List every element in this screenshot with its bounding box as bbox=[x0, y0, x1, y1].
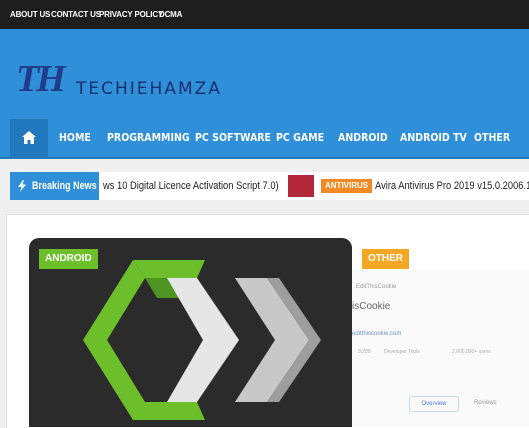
category-badge-other[interactable]: OTHER bbox=[362, 249, 409, 269]
breaking-news-label: Breaking News bbox=[10, 172, 99, 200]
nav-divider bbox=[0, 157, 529, 159]
screenshot-category: Developer Tools bbox=[384, 349, 420, 355]
nav-item-pc-software[interactable]: PC SOFTWARE bbox=[195, 119, 271, 157]
screenshot-title: isCookie bbox=[352, 301, 391, 312]
site-logo[interactable]: TH TECHIEHAMZA bbox=[16, 60, 246, 100]
ticker-item-link[interactable]: ws 10 Digital Licence Activation Script … bbox=[103, 180, 279, 192]
nav-item-pc-game[interactable]: PC GAME bbox=[276, 119, 324, 157]
ticker-item-link[interactable]: Avira Antivirus Pro 2019 v15.0.2006.189 bbox=[375, 180, 529, 192]
breaking-news-ticker: Breaking News ws 10 Digital Licence Acti… bbox=[10, 172, 529, 200]
category-badge-android[interactable]: ANDROID bbox=[39, 249, 98, 269]
top-bar: ABOUT US CONTACT US PRIVACY POLICY DCMA bbox=[0, 0, 529, 29]
nav-item-home[interactable]: HOME bbox=[59, 119, 91, 157]
nav-item-android[interactable]: ANDROID bbox=[338, 119, 388, 157]
screenshot-rating: 9,280 bbox=[358, 349, 371, 355]
antivirus-badge[interactable]: ANTIVIRUS bbox=[321, 179, 373, 193]
screenshot-overview-tab: Overview bbox=[409, 396, 459, 412]
nav-item-programming[interactable]: PROGRAMMING bbox=[107, 119, 190, 157]
privacy-policy-link[interactable]: PRIVACY POLICY bbox=[99, 10, 163, 19]
screenshot-reviews-tab: Reviews bbox=[474, 400, 497, 406]
logo-name: TECHIEHAMZA bbox=[76, 79, 222, 99]
nav-home-button[interactable] bbox=[10, 119, 48, 157]
screenshot-site-name: EditThisCookie bbox=[356, 284, 397, 290]
screenshot-url: editthiscookie.com bbox=[352, 331, 402, 337]
logo-mark: TH bbox=[16, 58, 66, 100]
contact-us-link[interactable]: CONTACT US bbox=[51, 10, 101, 19]
nav-item-other[interactable]: OTHER bbox=[474, 119, 510, 157]
dcma-link[interactable]: DCMA bbox=[159, 10, 182, 19]
screenshot-users: 2,000,000+ users bbox=[452, 349, 491, 355]
main-nav: HOME PROGRAMMING PC SOFTWARE PC GAME AND… bbox=[0, 119, 529, 157]
nav-item-android-tv[interactable]: ANDROID TV bbox=[400, 119, 467, 157]
bolt-icon bbox=[18, 180, 26, 192]
about-us-link[interactable]: ABOUT US bbox=[10, 10, 50, 19]
post-card-image[interactable]: EditThisCookie isCookie editthiscookie.c… bbox=[352, 270, 529, 427]
ticker-item-thumbnail[interactable] bbox=[288, 175, 314, 197]
home-icon bbox=[22, 131, 36, 144]
breaking-news-text: Breaking News bbox=[32, 180, 97, 192]
